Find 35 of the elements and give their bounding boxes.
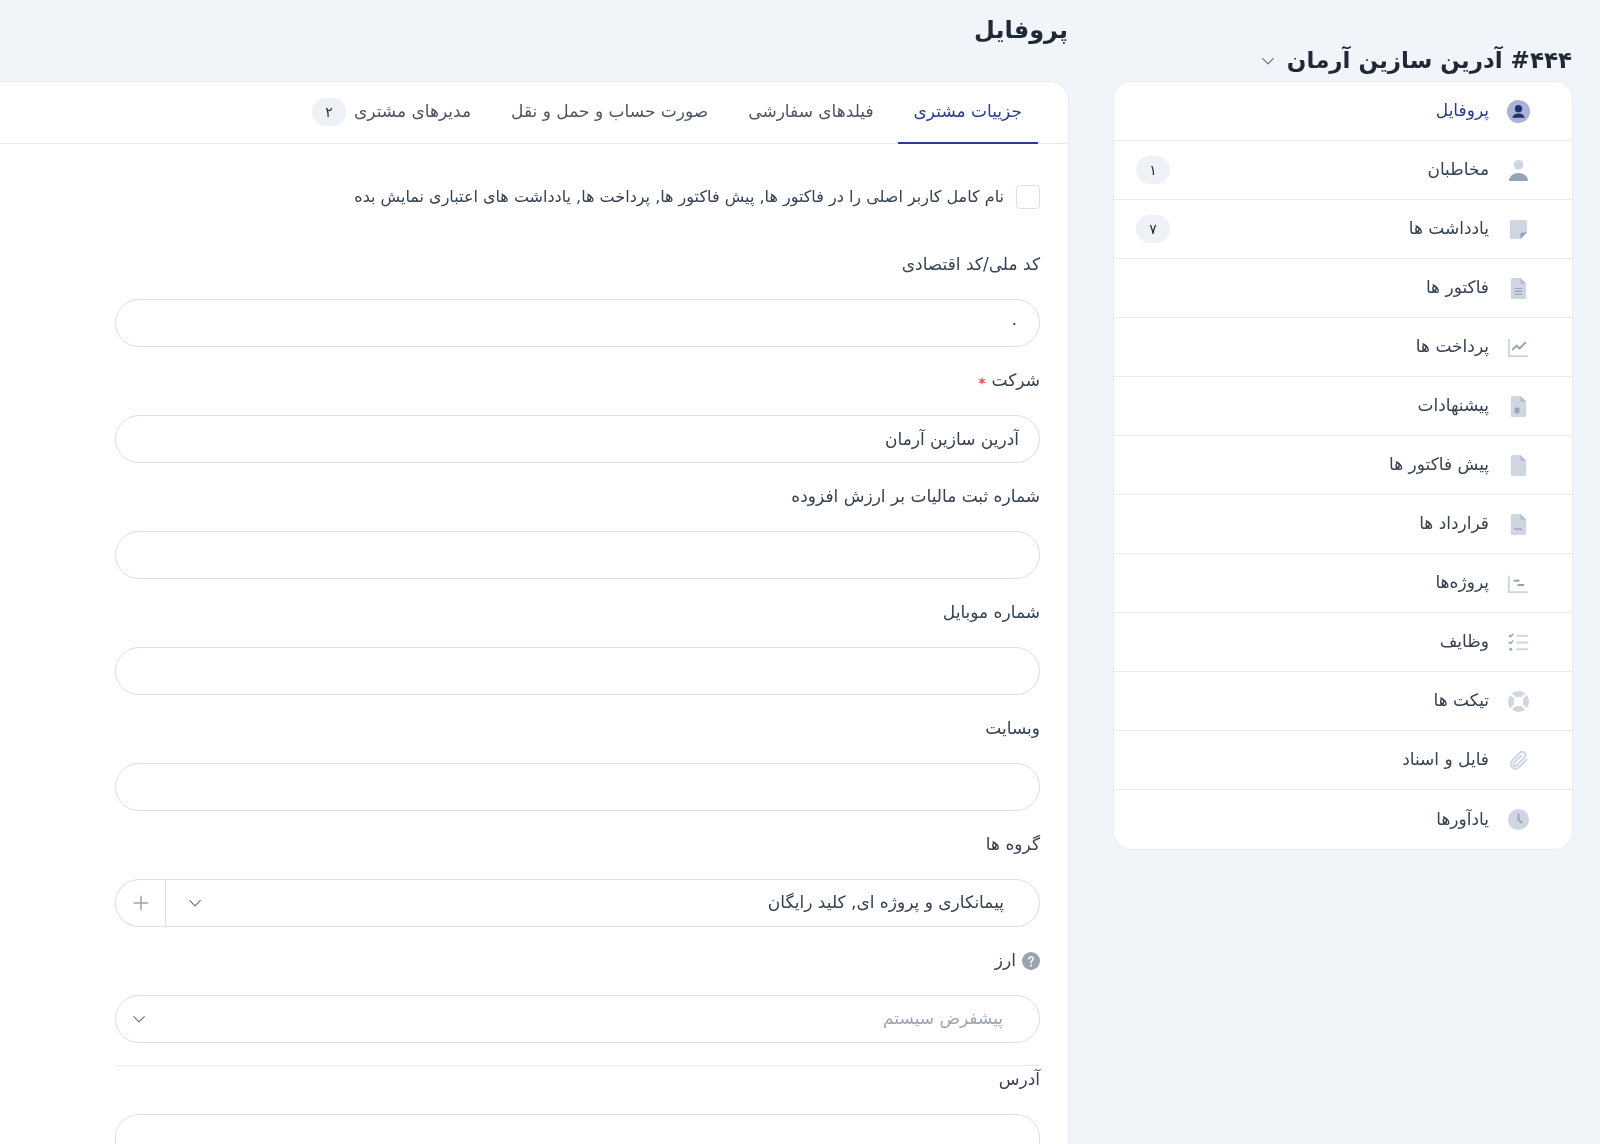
input-field[interactable]: آدرین سازین آرمان [115, 415, 1040, 463]
paperclip-icon [1507, 748, 1530, 772]
tab[interactable]: جزییات مشتری [897, 82, 1038, 144]
count-badge: ۱ [1136, 156, 1170, 184]
add-button[interactable] [115, 879, 165, 927]
tab[interactable]: فیلدهای سفارشی [732, 82, 890, 144]
count-badge: ۲ [312, 98, 346, 126]
sidebar-item[interactable]: پروفایل [1114, 82, 1572, 141]
person-icon [1507, 158, 1530, 182]
user-circle-icon [1507, 99, 1530, 123]
field-label: گروه ها [985, 833, 1040, 857]
input-field[interactable] [115, 647, 1040, 695]
field-label: شرکت [991, 369, 1040, 393]
field-label: شماره موبایل [942, 601, 1040, 625]
field-label: آدرس [998, 1068, 1040, 1092]
customer-switcher[interactable]: #۴۴۴ آدرین سازین آرمان [1260, 46, 1572, 76]
field-label: شماره ثبت مالیات بر ارزش افزوده [791, 485, 1040, 509]
clock-icon [1507, 808, 1530, 831]
page-title: پروفایل [973, 15, 1068, 46]
tab[interactable]: صورت حساب و حمل و نقل [495, 82, 725, 144]
input-field[interactable] [115, 531, 1040, 579]
field-label: ارز [994, 949, 1016, 973]
checkbox-label: نام کامل کاربر اصلی را در فاکتور ها, پیش فاکتور ها, پرداخت ها, یادداشت های اعتباری نمایش بده [354, 186, 1004, 209]
checkbox[interactable] [1016, 185, 1040, 209]
lifebuoy-icon [1507, 689, 1530, 713]
plus-icon [131, 894, 150, 912]
sticky-note-icon [1507, 217, 1530, 241]
input-field[interactable]: ۰ [115, 299, 1040, 347]
count-badge: ۷ [1136, 215, 1170, 243]
input-field[interactable] [115, 763, 1040, 811]
text-area[interactable] [115, 1114, 1040, 1144]
field-label: کد ملی/کد اقتصادی [901, 253, 1040, 277]
group-select[interactable]: پیمانکاری و پروژه ای, کلید رایگان [165, 879, 1040, 927]
tab[interactable]: مدیرهای مشتری ۲ [296, 82, 488, 144]
field-label: وبسایت [985, 717, 1040, 741]
